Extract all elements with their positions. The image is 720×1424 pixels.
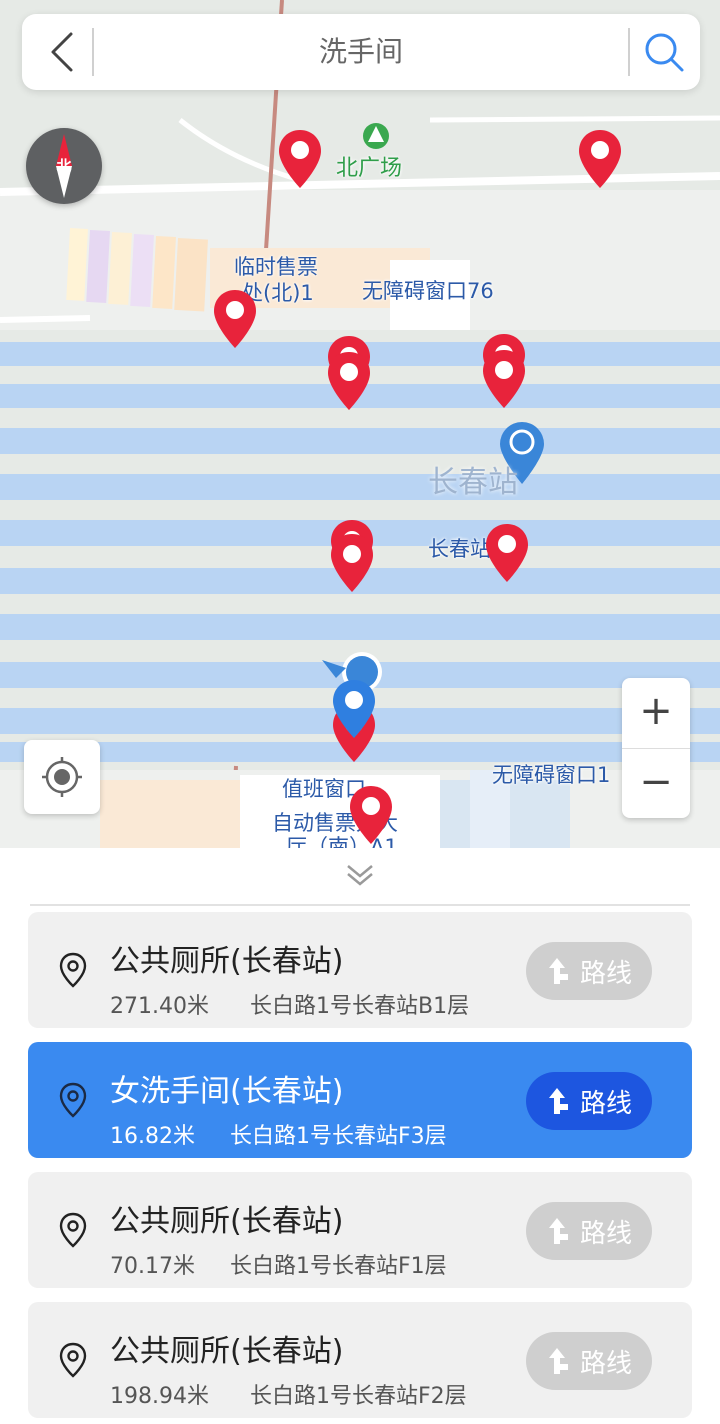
map-view[interactable]: 北广场 临时售票 处(北)1 无障碍窗口76 长春站 长春站 值班窗口 自动售票…: [0, 0, 720, 848]
result-distance: 271.40米: [110, 994, 209, 1019]
back-button[interactable]: [34, 24, 90, 80]
restroom-pin-icon[interactable]: [212, 288, 258, 350]
result-distance: 70.17米: [110, 1254, 195, 1279]
back-arrow-icon: [51, 32, 73, 72]
selected-pin-icon[interactable]: [331, 678, 377, 740]
zoom-controls: + −: [622, 678, 690, 818]
route-button[interactable]: 路线: [526, 942, 652, 1000]
results-sheet: 公共厕所(长春站) 271.40米 长白路1号长春站B1层 路线 女洗手间(长春…: [0, 848, 720, 1424]
divider: [628, 28, 630, 76]
restroom-pin-icon[interactable]: [348, 784, 394, 846]
result-name: 公共厕所(长春站): [110, 944, 344, 979]
map-label-ticket-office: 临时售票: [234, 255, 318, 279]
zoom-out-button[interactable]: −: [622, 748, 690, 819]
zoom-in-button[interactable]: +: [622, 678, 690, 748]
result-card[interactable]: 公共厕所(长春站) 271.40米 长白路1号长春站B1层 路线: [28, 912, 692, 1028]
location-pin-icon: [59, 1212, 87, 1248]
result-card[interactable]: 公共厕所(长春站) 198.94米 长白路1号长春站F2层 路线: [28, 1302, 692, 1418]
divider: [92, 28, 94, 76]
location-pin-icon: [59, 1082, 87, 1118]
crosshair-icon: [42, 757, 82, 797]
compass-north-label: 北: [56, 157, 72, 175]
location-pin-icon: [59, 952, 87, 988]
location-pin-icon: [59, 1342, 87, 1378]
collapse-chevron-icon[interactable]: [340, 860, 380, 890]
restroom-pin-icon[interactable]: [277, 128, 323, 190]
result-name: 女洗手间(长春站): [110, 1074, 344, 1109]
result-address: 长白路1号长春站B1层: [250, 994, 470, 1019]
result-address: 长白路1号长春站F3层: [230, 1124, 447, 1149]
map-label-north-square: 北广场: [336, 156, 403, 181]
result-distance: 198.94米: [110, 1384, 209, 1409]
route-button[interactable]: 路线: [526, 1072, 652, 1130]
restroom-pin-icon[interactable]: [484, 522, 530, 584]
restroom-pin-icon[interactable]: [326, 350, 372, 412]
turn-arrow-icon: [548, 1348, 568, 1374]
map-label-accessible-1: 无障碍窗口1: [492, 763, 611, 787]
page-title[interactable]: 洗手间: [102, 14, 620, 90]
compass-button[interactable]: 北: [26, 128, 102, 204]
map-label-station: 长春站: [428, 465, 518, 500]
result-name: 公共厕所(长春站): [110, 1334, 344, 1369]
turn-arrow-icon: [548, 958, 568, 984]
result-card[interactable]: 公共厕所(长春站) 70.17米 长白路1号长春站F1层 路线: [28, 1172, 692, 1288]
route-label: 路线: [579, 1348, 632, 1379]
result-address: 长白路1号长春站F1层: [230, 1254, 447, 1279]
map-label-accessible-76: 无障碍窗口76: [362, 279, 494, 303]
route-button[interactable]: 路线: [526, 1332, 652, 1390]
turn-arrow-icon: [548, 1218, 568, 1244]
restroom-pin-icon[interactable]: [577, 128, 623, 190]
top-search-bar: 洗手间: [22, 14, 700, 90]
result-card-selected[interactable]: 女洗手间(长春站) 16.82米 长白路1号长春站F3层 路线: [28, 1042, 692, 1158]
search-button[interactable]: [636, 24, 692, 80]
route-label: 路线: [579, 1088, 632, 1119]
restroom-pin-icon[interactable]: [329, 532, 375, 594]
route-button[interactable]: 路线: [526, 1202, 652, 1260]
result-name: 公共厕所(长春站): [110, 1204, 344, 1239]
divider: [30, 904, 690, 906]
result-address: 长白路1号长春站F2层: [250, 1384, 467, 1409]
search-icon: [645, 33, 684, 72]
route-label: 路线: [579, 1218, 632, 1249]
result-distance: 16.82米: [110, 1124, 195, 1149]
map-label-station-small: 长春站: [428, 537, 491, 561]
restroom-pin-icon[interactable]: [481, 348, 527, 410]
turn-arrow-icon: [548, 1088, 568, 1114]
route-label: 路线: [579, 958, 632, 989]
locate-me-button[interactable]: [24, 740, 100, 814]
